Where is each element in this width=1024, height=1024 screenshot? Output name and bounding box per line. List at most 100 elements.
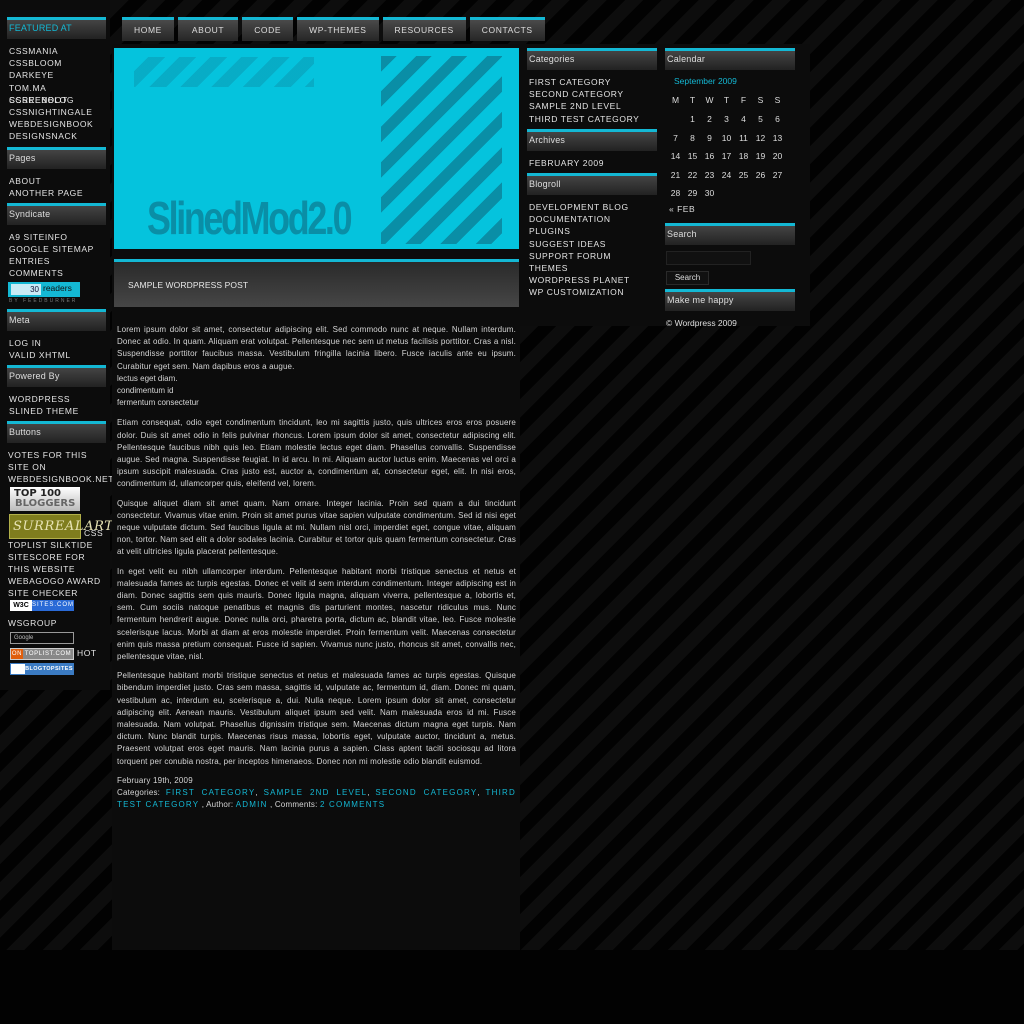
widget-header-calendar: Calendar	[665, 48, 795, 70]
blogroll-link[interactable]: WORDPRESS PLANET	[529, 274, 657, 286]
calendar-day: 6	[775, 114, 780, 125]
featured-link[interactable]: TOM.MA SCREENBLOG	[9, 82, 106, 105]
feedburner-badge[interactable]: 30 readers	[8, 281, 80, 297]
blogroll-link[interactable]: PLUGINS	[529, 225, 657, 237]
category-link[interactable]: SAMPLE 2ND LEVEL	[529, 100, 657, 112]
meta-link[interactable]: LOG IN	[9, 337, 106, 349]
blogroll-link[interactable]: WP CUSTOMIZATION	[529, 286, 657, 298]
blogroll-link[interactable]: SUPPORT FORUM	[529, 250, 657, 262]
featured-link[interactable]: CSSNIGHTINGALE	[9, 106, 106, 118]
blogtopsites-badge[interactable]: BLOGTOPSITES	[10, 663, 74, 676]
google-badge[interactable]: Google	[10, 632, 74, 645]
top100-bloggers-badge[interactable]: TOP 100 BLOGGERS	[10, 487, 80, 512]
sitescore-links[interactable]: TOPLIST SILKTIDE SITESCORE FOR THIS WEBS…	[8, 539, 106, 599]
featured-list: CSSMANIA CSSBLOOM DARKEYE TOM.MA SCREENBLOG…	[7, 39, 106, 147]
blogroll-link[interactable]: DEVELOPMENT BLOG	[529, 201, 657, 213]
nav-resources[interactable]: RESOURCES	[382, 17, 466, 41]
calendar-prev-link[interactable]: « FEB	[665, 203, 795, 223]
w3c-label: W3C	[10, 600, 32, 612]
copyright: © Wordpress 2009	[666, 318, 737, 328]
post-paragraph: Etiam consequat, odio eget condimentum t…	[117, 418, 516, 489]
post-category-link[interactable]: SAMPLE 2ND LEVEL	[264, 788, 368, 797]
post-category-link[interactable]: SECOND CATEGORY	[375, 788, 477, 797]
calendar-day: 5	[758, 114, 763, 125]
site-logo: SlinedMod2.0	[147, 192, 353, 244]
calendar-day: 8	[690, 132, 695, 143]
blogroll-link[interactable]: THEMES	[529, 262, 657, 274]
calendar-weekday: S	[757, 95, 764, 105]
powered-link[interactable]: SLINED THEME	[9, 405, 106, 417]
featured-link[interactable]: CSSREBOOT	[9, 94, 106, 106]
votes-link[interactable]: VOTES FOR THIS SITE ON WEBDESIGNBOOK.NET	[8, 449, 113, 485]
calendar-day: 20	[772, 151, 783, 162]
syndicate-list: A9 SITEINFO GOOGLE SITEMAP ENTRIES COMMENTS	[7, 225, 106, 280]
nav-about[interactable]: ABOUT	[177, 17, 239, 41]
category-link[interactable]: THIRD TEST CATEGORY	[529, 113, 657, 125]
syndicate-link[interactable]: A9 SITEINFO	[9, 231, 106, 243]
nav-code[interactable]: CODE	[242, 17, 294, 41]
top100-line2: BLOGGERS	[15, 498, 76, 510]
post-category-link[interactable]: FIRST CATEGORY	[166, 788, 255, 797]
calendar-day: 16	[704, 151, 715, 162]
widget-header-syndicate: Syndicate	[7, 202, 106, 225]
post-body: Lorem ipsum dolor sit amet, consectetur …	[117, 324, 516, 811]
calendar-day: 18	[738, 151, 749, 162]
wsgroup-link[interactable]: WSGROUP	[8, 617, 106, 629]
featured-link[interactable]: WEBDESIGNBOOK	[9, 118, 106, 130]
post-line: condimentum id	[117, 386, 174, 395]
calendar-day: 1	[690, 114, 695, 125]
calendar-day: 2	[707, 114, 712, 125]
nav-wp-themes[interactable]: WP-THEMES	[297, 17, 379, 41]
calendar-day: 21	[670, 169, 681, 180]
widget-header-archives: Archives	[527, 128, 657, 151]
calendar-day: 12	[755, 132, 766, 143]
widget-header-featured: FEATURED AT	[7, 17, 106, 39]
blogtop-label: BLOGTOPSITES	[25, 664, 73, 675]
top-navigation: HOME ABOUT CODE WP-THEMES RESOURCES CONT…	[122, 17, 545, 41]
comments-link[interactable]: 2 COMMENTS	[320, 800, 385, 809]
css-label: CSS	[83, 528, 104, 539]
nav-contacts[interactable]: CONTACTS	[469, 17, 545, 41]
syndicate-link[interactable]: ENTRIES	[9, 255, 106, 267]
w3c-sites-label: SITES.COM	[31, 600, 74, 612]
page-link[interactable]: ANOTHER PAGE	[9, 187, 106, 199]
nav-home[interactable]: HOME	[122, 17, 174, 41]
category-link[interactable]: SECOND CATEGORY	[529, 88, 657, 100]
toplist-label: TOPLIST.COM	[23, 649, 73, 660]
toplist-badge[interactable]: ON TOPLIST.COM	[10, 648, 74, 661]
calendar-weekday: F	[740, 95, 747, 105]
featured-link[interactable]: CSSBLOOM	[9, 57, 106, 69]
powered-link[interactable]: WORDPRESS	[9, 393, 106, 405]
page-link[interactable]: ABOUT	[9, 175, 106, 187]
calendar-weekday: T	[689, 95, 696, 105]
post-date: February 19th, 2009	[117, 775, 193, 785]
calendar-weekday: S	[774, 95, 781, 105]
syndicate-link[interactable]: COMMENTS	[9, 267, 106, 279]
blogroll-link[interactable]: DOCUMENTATION	[529, 213, 657, 225]
syndicate-link[interactable]: GOOGLE SITEMAP	[9, 243, 106, 255]
author-link[interactable]: ADMIN	[236, 800, 268, 809]
category-link[interactable]: FIRST CATEGORY	[529, 76, 657, 88]
header-banner[interactable]: SlinedMod2.0	[114, 48, 519, 249]
calendar-day: 3	[724, 114, 729, 125]
calendar-day: 19	[755, 151, 766, 162]
main-content: SlinedMod2.0 SAMPLE WORDPRESS POST Lorem…	[112, 44, 520, 950]
featured-link[interactable]: DARKEYE	[9, 69, 106, 81]
featured-link[interactable]: CSSMANIA	[9, 45, 106, 57]
w3c-sites-badge[interactable]: W3C SITES.COM	[10, 600, 74, 612]
blogroll-link[interactable]: SUGGEST IDEAS	[529, 238, 657, 250]
calendar-day: 9	[707, 132, 712, 143]
featured-link[interactable]: DESIGNSNACK	[9, 130, 106, 142]
widget-header-happy: Make me happy	[665, 289, 795, 311]
search-button[interactable]: Search	[666, 271, 709, 285]
right-sidebar: Categories FIRST CATEGORY SECOND CATEGORY…	[520, 44, 810, 328]
post-title[interactable]: SAMPLE WORDPRESS POST	[128, 280, 248, 290]
calendar-day	[752, 184, 769, 203]
meta-link[interactable]: VALID XHTML	[9, 349, 106, 361]
calendar-day: 11	[739, 132, 748, 143]
widget-header-meta: Meta	[7, 308, 106, 331]
archive-link[interactable]: FEBRUARY 2009	[529, 157, 657, 169]
widget-header-categories: Categories	[527, 48, 657, 70]
surrealart-badge[interactable]: SurrealArt	[9, 514, 113, 540]
search-input[interactable]	[666, 250, 751, 265]
